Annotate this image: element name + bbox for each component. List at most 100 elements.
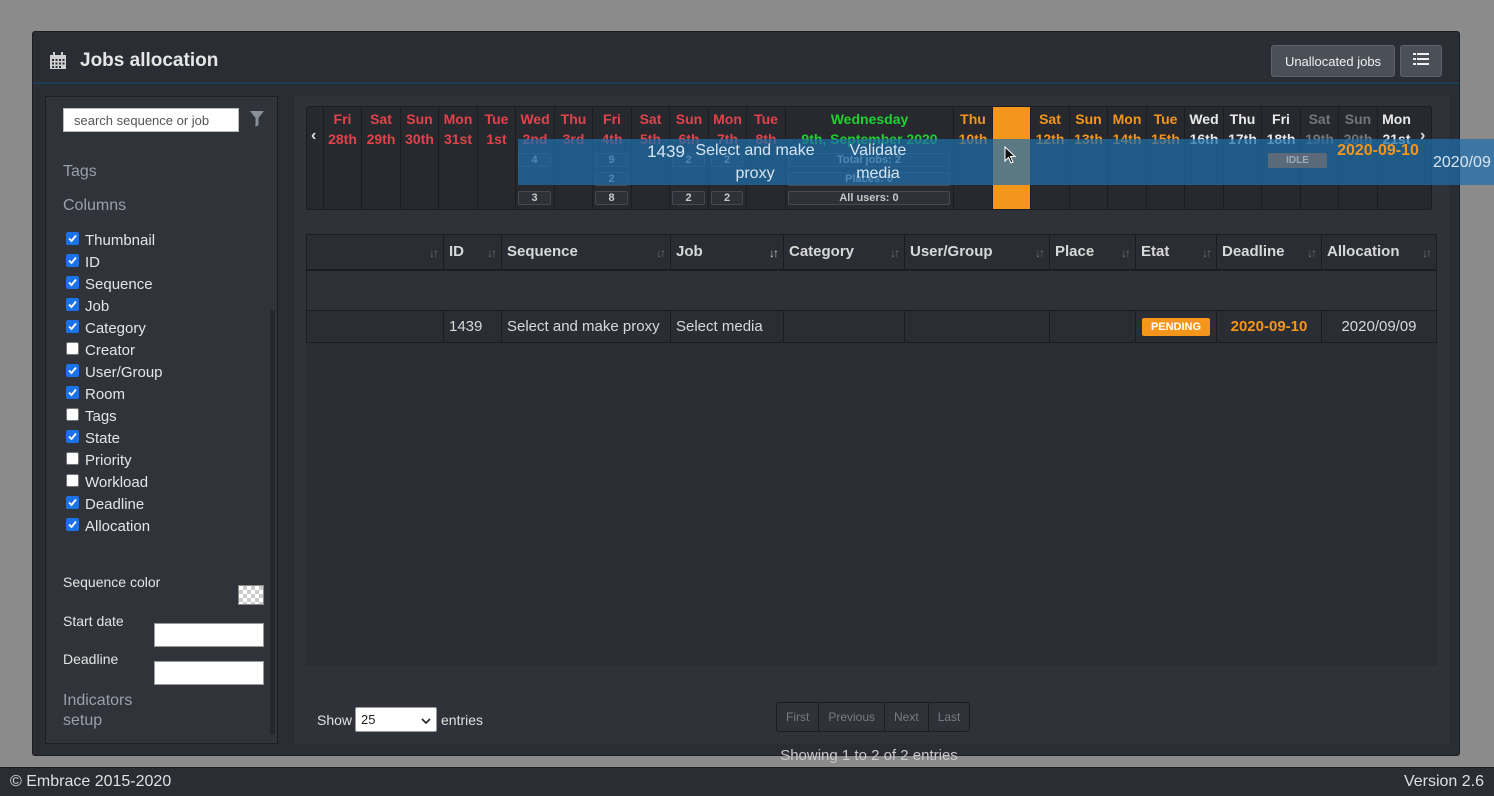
checkbox[interactable]: [66, 319, 79, 333]
column-toggle-job[interactable]: Job: [66, 295, 163, 317]
drag-job: Validate media: [849, 142, 907, 182]
timeline-day[interactable]: Mon 31st: [438, 107, 477, 209]
day-date: 1st: [486, 131, 507, 147]
column-toggle-category[interactable]: Category: [66, 317, 163, 339]
column-toggle-workload[interactable]: Workload: [66, 471, 163, 493]
column-header-label: User/Group: [910, 243, 993, 261]
day-name: Mon: [1382, 111, 1411, 127]
show-label: Show: [317, 712, 353, 728]
checkbox[interactable]: [66, 451, 79, 465]
search-input[interactable]: search sequence or job: [63, 108, 239, 132]
checkbox[interactable]: [66, 385, 79, 399]
list-icon: [1413, 52, 1429, 71]
sort-icon[interactable]: ↓↑: [656, 246, 666, 260]
column-toggle-sequence[interactable]: Sequence: [66, 273, 163, 295]
sequence-color-picker[interactable]: [238, 585, 264, 605]
column-toggle-room[interactable]: Room: [66, 383, 163, 405]
start-date-input[interactable]: [154, 623, 264, 647]
column-toggle-label: Deadline: [85, 495, 145, 513]
column-header-label: Sequence: [507, 243, 578, 261]
column-header-sequence[interactable]: Sequence ↓↑: [501, 234, 671, 271]
timeline-prev-icon[interactable]: ‹: [311, 127, 316, 145]
column-toggle-thumbnail[interactable]: Thumbnail: [66, 229, 163, 251]
page-size-value: 25: [361, 712, 376, 727]
column-toggle-label: Room: [85, 385, 126, 403]
deadline-input[interactable]: [154, 661, 264, 685]
checkbox[interactable]: [66, 275, 79, 289]
sort-icon[interactable]: ↓↑: [769, 246, 779, 260]
checkbox[interactable]: [66, 231, 79, 245]
first-page-button[interactable]: First: [777, 703, 820, 731]
checkbox[interactable]: [66, 253, 79, 267]
column-toggle-state[interactable]: State: [66, 427, 163, 449]
checkbox[interactable]: [66, 473, 79, 487]
panel-header: Jobs allocation Unallocated jobs: [33, 32, 1459, 84]
indicators-setup-heading[interactable]: Indicators setup: [63, 692, 132, 729]
column-toggle-label: Creator: [85, 341, 136, 359]
sort-icon[interactable]: ↓↑: [429, 246, 439, 260]
next-page-button[interactable]: Next: [885, 703, 929, 731]
sort-icon[interactable]: ↓↑: [1121, 246, 1131, 260]
column-toggle-priority[interactable]: Priority: [66, 449, 163, 471]
drag-deadline: 2020-09-10: [1337, 142, 1419, 159]
checkbox[interactable]: [66, 495, 79, 509]
last-page-button[interactable]: Last: [928, 703, 970, 731]
unallocated-jobs-button[interactable]: Unallocated jobs: [1271, 45, 1395, 77]
column-toggle-label: Sequence: [85, 275, 153, 293]
column-toggle-allocation[interactable]: Allocation: [66, 515, 163, 537]
column-header-thumbnail[interactable]: ↓↑: [306, 234, 444, 271]
checkbox[interactable]: [66, 341, 79, 355]
cell-etat: PENDING: [1135, 310, 1217, 343]
column-header-etat[interactable]: Etat ↓↑: [1135, 234, 1217, 271]
deadline-label: Deadline: [63, 651, 119, 667]
previous-page-button[interactable]: Previous: [819, 703, 886, 731]
timeline-day[interactable]: Fri 28th: [323, 107, 361, 209]
sort-icon[interactable]: ↓↑: [1202, 246, 1212, 260]
sidebar-scrollbar[interactable]: [270, 310, 275, 735]
columns-list: Thumbnail ID Sequence Job Category Creator Use…: [66, 229, 163, 537]
column-toggle-creator[interactable]: Creator: [66, 339, 163, 361]
timeline-day[interactable]: Sat 29th: [361, 107, 400, 209]
sort-icon[interactable]: ↓↑: [1035, 246, 1045, 260]
day-name: Sat: [639, 111, 662, 127]
column-header-user-group[interactable]: User/Group ↓↑: [904, 234, 1050, 271]
sequence-color-label: Sequence color: [63, 574, 161, 590]
pagination: First Previous Next Last: [776, 702, 971, 732]
column-header-deadline[interactable]: Deadline ↓↑: [1216, 234, 1322, 271]
column-header-category[interactable]: Category ↓↑: [783, 234, 905, 271]
day-name: Wed: [520, 111, 550, 127]
column-header-id[interactable]: ID ↓↑: [443, 234, 502, 271]
day-name: Tue: [754, 111, 778, 127]
column-header-place[interactable]: Place ↓↑: [1049, 234, 1136, 271]
list-view-button[interactable]: [1400, 45, 1442, 77]
column-header-label: ID: [449, 243, 464, 261]
sort-icon[interactable]: ↓↑: [890, 246, 900, 260]
columns-heading[interactable]: Columns: [63, 197, 126, 215]
checkbox[interactable]: [66, 297, 79, 311]
column-toggle-label: State: [85, 429, 121, 447]
page-size-select[interactable]: 25: [355, 707, 437, 732]
sort-icon[interactable]: ↓↑: [487, 246, 497, 260]
status-badge: PENDING: [1141, 318, 1211, 336]
table-row[interactable]: 1439 Select and make proxy Select media PEN…: [306, 310, 1437, 343]
tags-heading[interactable]: Tags: [63, 163, 97, 181]
column-header-job[interactable]: Job ↓↑: [670, 234, 784, 271]
checkbox[interactable]: [66, 517, 79, 531]
timeline-day[interactable]: Sun 30th: [400, 107, 438, 209]
checkbox[interactable]: [66, 363, 79, 377]
cell-user-group: [904, 310, 1050, 343]
column-header-allocation[interactable]: Allocation ↓↑: [1321, 234, 1437, 271]
page-title-text: Jobs allocation: [80, 50, 219, 71]
sort-icon[interactable]: ↓↑: [1307, 246, 1317, 260]
day-name: Thu: [560, 111, 587, 127]
timeline-day[interactable]: Tue 1st: [477, 107, 515, 209]
checkbox[interactable]: [66, 407, 79, 421]
checkbox[interactable]: [66, 429, 79, 443]
column-toggle-deadline[interactable]: Deadline: [66, 493, 163, 515]
column-toggle-user-group[interactable]: User/Group: [66, 361, 163, 383]
filter-icon[interactable]: [250, 111, 264, 132]
column-toggle-tags[interactable]: Tags: [66, 405, 163, 427]
column-toggle-id[interactable]: ID: [66, 251, 163, 273]
day-name: Thu: [960, 111, 986, 127]
sort-icon[interactable]: ↓↑: [1422, 246, 1432, 260]
